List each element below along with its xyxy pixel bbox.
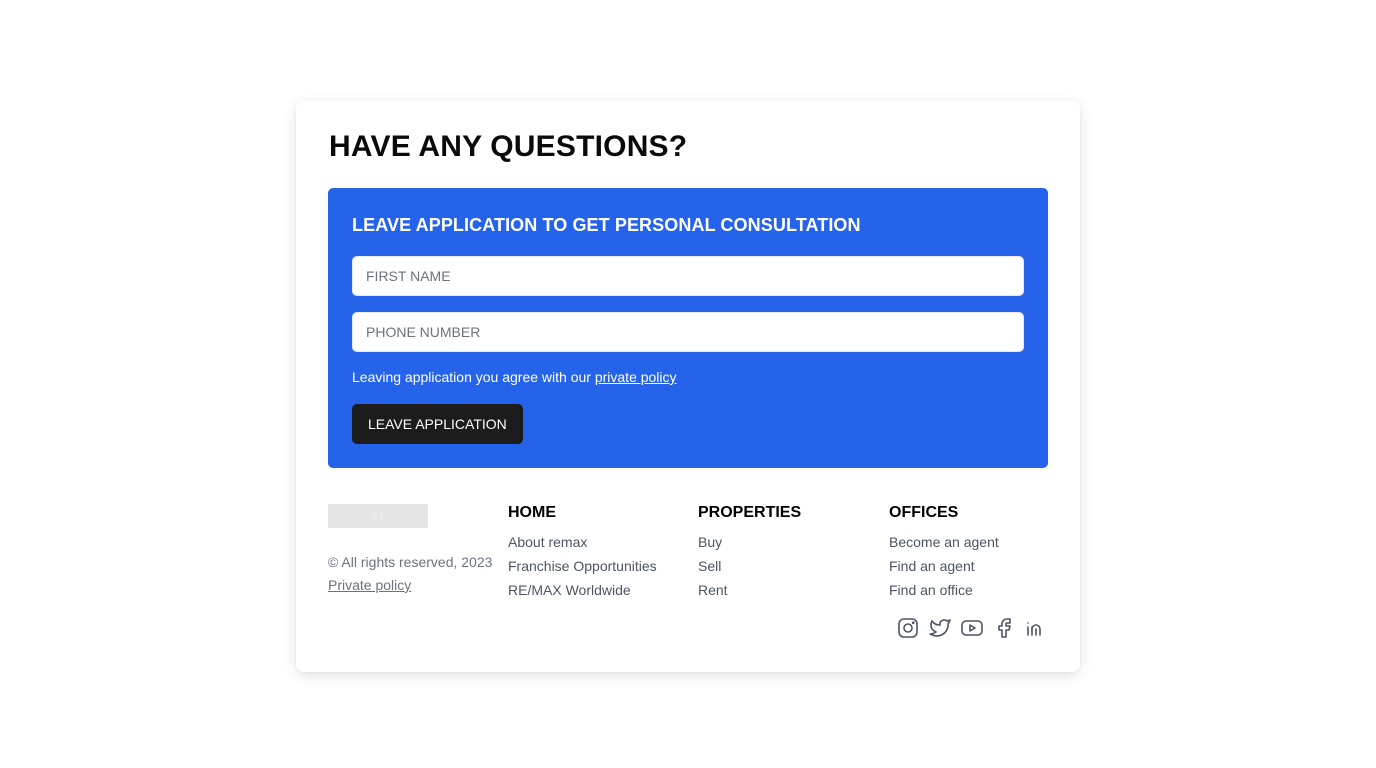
footer-link-rent[interactable]: Rent — [698, 582, 728, 598]
instagram-icon[interactable] — [896, 616, 920, 640]
footer-link-about-remax[interactable]: About remax — [508, 534, 587, 550]
first-name-input[interactable] — [352, 256, 1024, 296]
footer-link-find-an-agent[interactable]: Find an agent — [889, 558, 975, 574]
footer-column-title: HOME — [508, 504, 556, 521]
phone-number-input[interactable] — [352, 312, 1024, 352]
facebook-icon[interactable] — [992, 616, 1016, 640]
page-title: HAVE ANY QUESTIONS? — [329, 130, 688, 163]
logo[interactable] — [328, 504, 428, 528]
footer-column-title: OFFICES — [889, 504, 959, 521]
agreement-label: Leaving application you agree with our — [352, 369, 595, 385]
leave-application-button[interactable]: LEAVE APPLICATION — [352, 404, 523, 444]
footer-link-remax-worldwide[interactable]: RE/MAX Worldwide — [508, 582, 631, 598]
form-title: LEAVE APPLICATION TO GET PERSONAL CONSUL… — [352, 215, 861, 235]
footer: © All rights reserved, 2023 Private poli… — [328, 504, 1048, 644]
copyright-text: © All rights reserved, 2023 — [328, 554, 493, 570]
social-links — [896, 616, 1048, 640]
footer-link-buy[interactable]: Buy — [698, 534, 722, 550]
footer-column-title: PROPERTIES — [698, 504, 802, 521]
agreement-text: Leaving application you agree with our p… — [352, 369, 677, 385]
linkedin-icon[interactable] — [1024, 616, 1048, 640]
youtube-icon[interactable] — [960, 616, 984, 640]
footer-column-properties: PROPERTIES Buy Sell Rent — [698, 504, 801, 602]
footer-column-home: HOME About remax Franchise Opportunities… — [508, 504, 657, 602]
footer-column-offices: OFFICES Become an agent Find an agent Fi… — [889, 504, 999, 602]
footer-private-policy-link[interactable]: Private policy — [328, 577, 411, 593]
contact-card: HAVE ANY QUESTIONS? LEAVE APPLICATION TO… — [296, 100, 1080, 672]
footer-link-franchise-opportunities[interactable]: Franchise Opportunities — [508, 558, 657, 574]
loading-icon — [373, 511, 383, 521]
private-policy-link[interactable]: private policy — [595, 369, 677, 385]
application-form: LEAVE APPLICATION TO GET PERSONAL CONSUL… — [328, 188, 1048, 468]
footer-link-sell[interactable]: Sell — [698, 558, 721, 574]
footer-link-become-an-agent[interactable]: Become an agent — [889, 534, 999, 550]
twitter-icon[interactable] — [928, 616, 952, 640]
footer-link-find-an-office[interactable]: Find an office — [889, 582, 973, 598]
